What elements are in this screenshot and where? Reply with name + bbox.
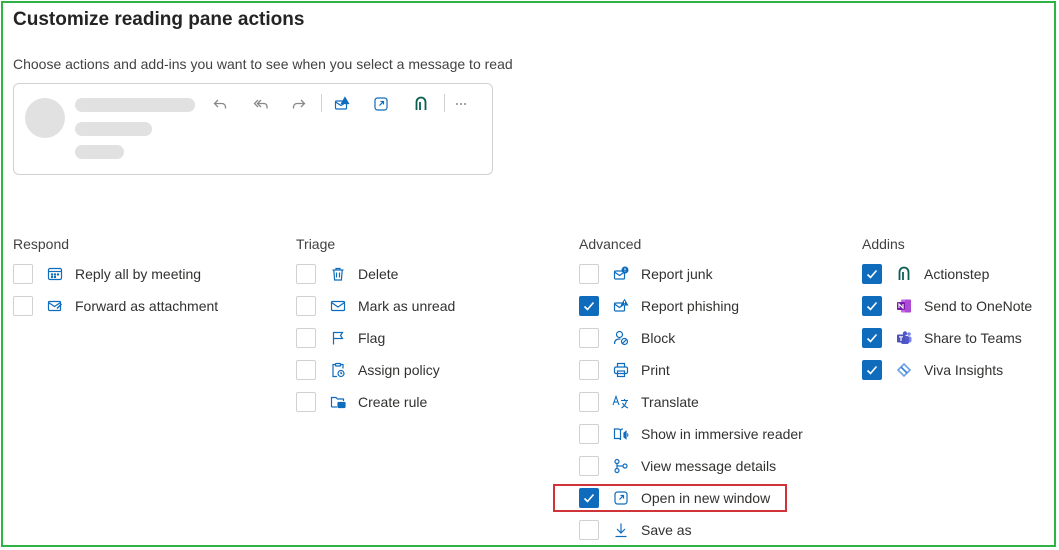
respond-heading: Respond: [13, 236, 70, 252]
envelope-icon: [328, 296, 348, 316]
flag-icon: [328, 328, 348, 348]
preview-line: [75, 98, 195, 112]
option-report-phishing[interactable]: Report phishing: [579, 294, 739, 318]
toolbar-divider: [321, 94, 322, 112]
download-arrow-icon: [611, 520, 631, 540]
printer-icon: [611, 360, 631, 380]
option-label: Report phishing: [641, 298, 740, 314]
option-label: Assign policy: [358, 362, 440, 378]
option-label: Delete: [358, 266, 399, 282]
checkbox-checked[interactable]: [862, 296, 882, 316]
option-translate[interactable]: Translate: [579, 390, 699, 414]
folder-mail-icon: [328, 392, 348, 412]
mail-alert-icon: [611, 296, 631, 316]
calendar-reply-icon: [45, 264, 65, 284]
dialog-title: Customize reading pane actions: [13, 9, 305, 30]
option-reply-all-by-meeting[interactable]: Reply all by meeting: [13, 262, 201, 286]
option-share-to-teams[interactable]: Share to Teams: [862, 326, 1022, 350]
option-label: View message details: [641, 458, 777, 474]
option-mark-as-unread[interactable]: Mark as unread: [296, 294, 455, 318]
report-phishing-icon[interactable]: [332, 94, 352, 114]
actionstep-icon[interactable]: [411, 94, 431, 114]
checkbox[interactable]: [296, 360, 316, 380]
option-save-as[interactable]: Save as: [579, 518, 692, 542]
option-label: Actionstep: [924, 266, 990, 282]
checkbox[interactable]: [579, 328, 599, 348]
checkbox-checked[interactable]: [862, 360, 882, 380]
option-label: Share to Teams: [924, 330, 1022, 346]
option-label: Send to OneNote: [924, 298, 1033, 314]
clipboard-clock-icon: [328, 360, 348, 380]
option-viva-insights[interactable]: Viva Insights: [862, 358, 1003, 382]
option-label: Show in immersive reader: [641, 426, 803, 442]
teams-icon: [894, 328, 914, 348]
checkbox[interactable]: [579, 360, 599, 380]
checkbox[interactable]: [296, 328, 316, 348]
avatar-placeholder: [25, 98, 65, 138]
checkbox-checked[interactable]: [862, 328, 882, 348]
immersive-reader-icon: [611, 424, 631, 444]
checkbox[interactable]: [579, 392, 599, 412]
mail-attachment-icon: [45, 296, 65, 316]
checkbox[interactable]: [13, 264, 33, 284]
checkbox-checked[interactable]: [862, 264, 882, 284]
preview-line: [75, 145, 124, 159]
option-show-in-immersive-reader[interactable]: Show in immersive reader: [579, 422, 803, 446]
triage-heading: Triage: [296, 236, 336, 252]
option-label: Save as: [641, 522, 692, 538]
option-label: Reply all by meeting: [75, 266, 202, 282]
checkbox[interactable]: [13, 296, 33, 316]
checkbox[interactable]: [296, 392, 316, 412]
option-create-rule[interactable]: Create rule: [296, 390, 427, 414]
checkbox-checked[interactable]: [579, 296, 599, 316]
annotation-highlight-box: [553, 484, 787, 512]
toolbar-divider: [444, 94, 445, 112]
option-view-message-details[interactable]: View message details: [579, 454, 776, 478]
addins-heading: Addins: [862, 236, 905, 252]
checkbox[interactable]: [579, 520, 599, 540]
option-label: Flag: [358, 330, 386, 346]
translate-icon: [611, 392, 631, 412]
checkbox[interactable]: [296, 296, 316, 316]
option-label: Viva Insights: [924, 362, 1004, 378]
option-label: Print: [641, 362, 670, 378]
option-print[interactable]: Print: [579, 358, 670, 382]
viva-insights-icon: [894, 360, 914, 380]
open-new-window-icon[interactable]: [371, 94, 391, 114]
reply-all-icon[interactable]: [251, 94, 271, 114]
branch-details-icon: [611, 456, 631, 476]
option-label: Create rule: [358, 394, 428, 410]
checkbox[interactable]: [579, 456, 599, 476]
option-label: Forward as attachment: [75, 298, 219, 314]
reply-icon[interactable]: [210, 94, 230, 114]
mail-warning-icon: [611, 264, 631, 284]
option-label: Translate: [641, 394, 699, 410]
option-label: Block: [641, 330, 676, 346]
trash-icon: [328, 264, 348, 284]
option-actionstep[interactable]: Actionstep: [862, 262, 989, 286]
option-forward-as-attachment[interactable]: Forward as attachment: [13, 294, 218, 318]
forward-icon[interactable]: [289, 94, 309, 114]
person-block-icon: [611, 328, 631, 348]
advanced-heading: Advanced: [579, 236, 642, 252]
option-report-junk[interactable]: Report junk: [579, 262, 713, 286]
option-delete[interactable]: Delete: [296, 262, 398, 286]
option-send-to-onenote[interactable]: Send to OneNote: [862, 294, 1032, 318]
option-label: Mark as unread: [358, 298, 456, 314]
option-flag[interactable]: Flag: [296, 326, 385, 350]
onenote-icon: [894, 296, 914, 316]
dialog-subtitle: Choose actions and add-ins you want to s…: [13, 56, 513, 72]
preview-line: [75, 122, 152, 136]
option-label: Report junk: [641, 266, 713, 282]
actionstep-icon: [894, 264, 914, 284]
checkbox[interactable]: [579, 424, 599, 444]
option-assign-policy[interactable]: Assign policy: [296, 358, 440, 382]
reading-pane-preview: [13, 83, 493, 175]
checkbox[interactable]: [579, 264, 599, 284]
more-icon[interactable]: [451, 94, 471, 114]
option-block[interactable]: Block: [579, 326, 675, 350]
checkbox[interactable]: [296, 264, 316, 284]
